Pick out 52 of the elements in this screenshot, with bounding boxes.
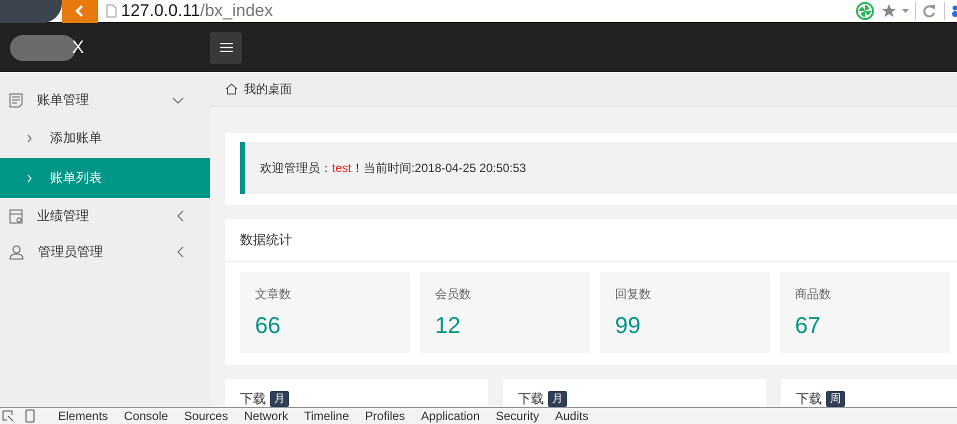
menu-icon: [220, 43, 232, 52]
devtools-tab[interactable]: Application: [413, 409, 488, 423]
reload-icon[interactable]: [922, 4, 936, 18]
chevron-left-icon: [177, 246, 184, 258]
sidebar-item[interactable]: 账单管理: [0, 82, 210, 118]
chevron-right-icon: [27, 174, 32, 182]
devtools-tab[interactable]: Timeline: [296, 409, 358, 423]
chevron-down-icon: [172, 96, 184, 104]
page-icon: [106, 4, 117, 18]
card-title: 下载: [796, 391, 822, 407]
submenu-item[interactable]: 账单列表: [0, 158, 210, 198]
dropdown-caret-icon[interactable]: [902, 9, 909, 13]
submenu-item[interactable]: 添加账单: [0, 118, 210, 158]
period-badge: 月: [548, 391, 567, 407]
stat-label: 商品数: [795, 286, 831, 303]
card-title: 下载: [518, 391, 544, 407]
devtools-tab[interactable]: Elements: [50, 409, 116, 423]
user-icon: [9, 244, 24, 260]
card-icon: [9, 208, 23, 224]
inspect-icon[interactable]: [2, 410, 14, 422]
devtools-tab[interactable]: Console: [116, 409, 176, 423]
breadcrumb-link[interactable]: 我的桌面: [244, 80, 292, 98]
bookmark-star-icon[interactable]: [882, 4, 898, 18]
sidebar-item[interactable]: 管理员管理: [0, 234, 210, 270]
extension-icon[interactable]: [856, 2, 874, 20]
welcome-message: 欢迎管理员：test！当前时间:2018-04-25 20:50:53: [240, 142, 957, 194]
document-icon: [9, 92, 23, 108]
stat-label: 文章数: [255, 286, 291, 303]
stat-label: 会员数: [435, 286, 471, 303]
period-badge: 周: [826, 391, 845, 407]
stat-label: 回复数: [615, 286, 651, 303]
back-button[interactable]: [62, 0, 98, 22]
stat-value: 99: [615, 311, 641, 339]
stat-value: 66: [255, 311, 281, 339]
menu-button[interactable]: [210, 32, 242, 64]
stat-value: 12: [435, 311, 461, 339]
devtools-tab[interactable]: Audits: [547, 409, 596, 423]
devtools-tab[interactable]: Profiles: [357, 409, 414, 423]
back-icon: [75, 5, 85, 17]
period-badge: 月: [270, 391, 289, 407]
devtools-tab[interactable]: Sources: [176, 409, 236, 423]
sidebar-item[interactable]: 业绩管理: [0, 198, 210, 234]
devtools-tab[interactable]: Security: [488, 409, 548, 423]
home-icon: [225, 83, 238, 95]
chevron-right-icon: [27, 134, 32, 142]
card-title: 数据统计: [225, 219, 957, 262]
device-icon[interactable]: [24, 409, 36, 423]
card-title: 下载: [240, 391, 266, 407]
devtools-tab[interactable]: Network: [236, 409, 296, 423]
chevron-left-icon: [177, 210, 184, 222]
logo-text: X: [72, 36, 84, 59]
stat-value: 67: [795, 311, 821, 339]
